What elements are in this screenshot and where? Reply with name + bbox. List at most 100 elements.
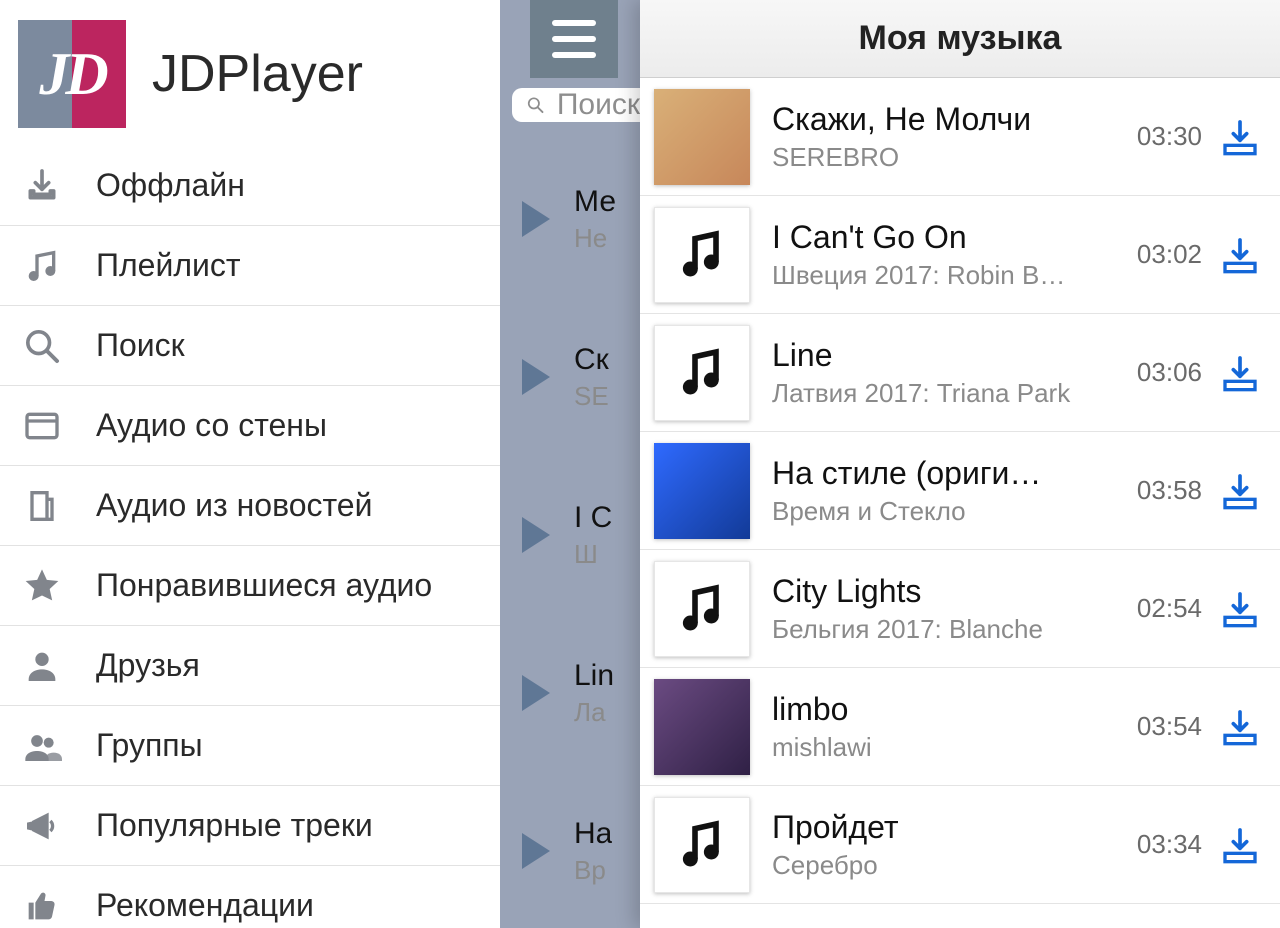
middle-column: Поиск МеНе СкSE I CШ LinЛа НаВр xyxy=(500,0,640,928)
sidebar-item-liked-audio[interactable]: Понравившиеся аудио xyxy=(0,546,500,626)
music-panel: Моя музыка Скажи, Не Молчи SEREBRO 03:30… xyxy=(640,0,1280,928)
sidebar-item-label: Рекомендации xyxy=(96,887,314,924)
track-duration: 03:34 xyxy=(1137,829,1202,860)
download-button[interactable] xyxy=(1220,589,1260,629)
sidebar-item-label: Аудио из новостей xyxy=(96,487,372,524)
track-title: На стиле (ориги… xyxy=(772,455,1119,492)
sidebar-item-label: Группы xyxy=(96,727,203,764)
panel-title: Моя музыка xyxy=(859,19,1062,58)
note-icon xyxy=(674,817,730,873)
download-button[interactable] xyxy=(1220,117,1260,157)
track-row[interactable]: Скажи, Не Молчи SEREBRO 03:30 xyxy=(640,78,1280,196)
track-title: City Lights xyxy=(772,573,1119,610)
track-duration: 03:58 xyxy=(1137,475,1202,506)
album-art xyxy=(654,443,750,539)
list-item[interactable]: МеНе xyxy=(500,140,640,298)
track-row[interactable]: City Lights Бельгия 2017: Blanche 02:54 xyxy=(640,550,1280,668)
track-duration: 03:30 xyxy=(1137,121,1202,152)
users-icon xyxy=(22,726,72,766)
logo-text: JD xyxy=(18,20,126,128)
track-duration: 03:02 xyxy=(1137,239,1202,270)
wall-icon xyxy=(22,406,72,446)
thumbsup-icon xyxy=(22,886,72,926)
sidebar-item-playlist[interactable]: Плейлист xyxy=(0,226,500,306)
play-icon xyxy=(522,833,550,869)
music-icon xyxy=(22,246,72,286)
download-button[interactable] xyxy=(1220,825,1260,865)
megaphone-icon xyxy=(22,806,72,846)
sidebar-item-wall-audio[interactable]: Аудио со стены xyxy=(0,386,500,466)
track-title: Line xyxy=(772,337,1119,374)
search-placeholder: Поиск xyxy=(557,88,640,122)
sidebar-item-friends[interactable]: Друзья xyxy=(0,626,500,706)
news-icon xyxy=(22,486,72,526)
track-title: Скажи, Не Молчи xyxy=(772,101,1119,138)
user-icon xyxy=(22,646,72,686)
play-icon xyxy=(522,675,550,711)
note-icon xyxy=(674,581,730,637)
menu-button[interactable] xyxy=(530,0,618,78)
download-icon xyxy=(22,166,72,206)
search-icon xyxy=(22,326,72,366)
track-row[interactable]: Пройдет Серебро 03:34 xyxy=(640,786,1280,904)
track-duration: 02:54 xyxy=(1137,593,1202,624)
track-title: Пройдет xyxy=(772,809,1119,846)
track-artist: Бельгия 2017: Blanche xyxy=(772,614,1119,645)
sidebar-item-label: Популярные треки xyxy=(96,807,373,844)
sidebar-item-label: Аудио со стены xyxy=(96,407,327,444)
download-button[interactable] xyxy=(1220,707,1260,747)
album-art xyxy=(654,797,750,893)
sidebar-item-label: Оффлайн xyxy=(96,167,245,204)
track-title: limbo xyxy=(772,691,1119,728)
track-artist: Время и Стекло xyxy=(772,496,1119,527)
sidebar-item-label: Понравившиеся аудио xyxy=(96,567,432,604)
note-icon xyxy=(674,345,730,401)
play-icon xyxy=(522,359,550,395)
album-art xyxy=(654,207,750,303)
sidebar-item-search[interactable]: Поиск xyxy=(0,306,500,386)
track-row[interactable]: Line Латвия 2017: Triana Park 03:06 xyxy=(640,314,1280,432)
play-icon xyxy=(522,201,550,237)
search-field[interactable]: Поиск xyxy=(512,88,640,122)
track-artist: Серебро xyxy=(772,850,1119,881)
track-duration: 03:54 xyxy=(1137,711,1202,742)
list-item[interactable]: I CШ xyxy=(500,456,640,614)
play-icon xyxy=(522,517,550,553)
sidebar-item-groups[interactable]: Группы xyxy=(0,706,500,786)
track-row[interactable]: На стиле (ориги… Время и Стекло 03:58 xyxy=(640,432,1280,550)
track-artist: mishlawi xyxy=(772,732,1119,763)
list-item[interactable]: СкSE xyxy=(500,298,640,456)
sidebar-item-news-audio[interactable]: Аудио из новостей xyxy=(0,466,500,546)
sidebar-item-label: Друзья xyxy=(96,647,200,684)
star-icon xyxy=(22,566,72,606)
download-button[interactable] xyxy=(1220,353,1260,393)
sidebar-item-popular[interactable]: Популярные треки xyxy=(0,786,500,866)
track-artist: Латвия 2017: Triana Park xyxy=(772,378,1119,409)
album-art xyxy=(654,679,750,775)
app-logo: JD xyxy=(18,20,126,128)
album-art xyxy=(654,561,750,657)
track-title: I Can't Go On xyxy=(772,219,1119,256)
sidebar-item-label: Поиск xyxy=(96,327,185,364)
sidebar: JD JDPlayer Оффлайн Плейлист Поиск Аудио… xyxy=(0,0,500,928)
track-duration: 03:06 xyxy=(1137,357,1202,388)
track-artist: SEREBRO xyxy=(772,142,1119,173)
sidebar-item-label: Плейлист xyxy=(96,247,241,284)
download-button[interactable] xyxy=(1220,235,1260,275)
sidebar-list: Оффлайн Плейлист Поиск Аудио со стены Ау… xyxy=(0,146,500,928)
list-item[interactable]: LinЛа xyxy=(500,614,640,772)
list-item[interactable]: НаВр xyxy=(500,772,640,928)
app-header: JD JDPlayer xyxy=(0,0,500,146)
album-art xyxy=(654,325,750,421)
track-row[interactable]: I Can't Go On Швеция 2017: Robin B… 03:0… xyxy=(640,196,1280,314)
sidebar-item-offline[interactable]: Оффлайн xyxy=(0,146,500,226)
panel-header: Моя музыка xyxy=(640,0,1280,78)
search-icon xyxy=(526,92,545,118)
track-artist: Швеция 2017: Robin B… xyxy=(772,260,1119,291)
note-icon xyxy=(674,227,730,283)
download-button[interactable] xyxy=(1220,471,1260,511)
track-row[interactable]: limbo mishlawi 03:54 xyxy=(640,668,1280,786)
sidebar-item-recommendations[interactable]: Рекомендации xyxy=(0,866,500,928)
background-track-list: МеНе СкSE I CШ LinЛа НаВр xyxy=(500,140,640,928)
track-list[interactable]: Скажи, Не Молчи SEREBRO 03:30 I Can't Go… xyxy=(640,78,1280,928)
